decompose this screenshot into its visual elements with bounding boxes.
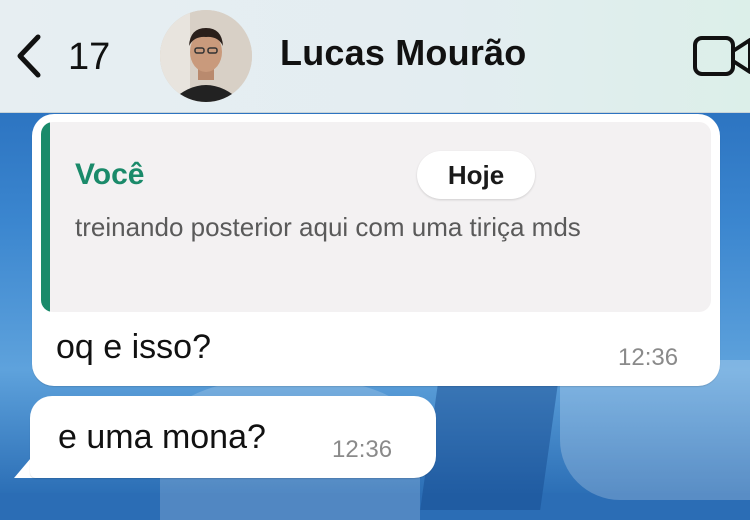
quote-accent-bar xyxy=(41,122,50,312)
wallpaper-shape xyxy=(420,370,560,510)
back-button[interactable]: 17 xyxy=(12,30,112,82)
message-bubble[interactable]: e uma mona? 12:36 xyxy=(30,396,436,478)
contact-name[interactable]: Lucas Mourão xyxy=(280,32,526,74)
date-label: Hoje xyxy=(417,151,535,199)
video-camera-icon xyxy=(693,36,750,76)
message-text: e uma mona? xyxy=(58,418,266,456)
avatar[interactable] xyxy=(160,10,252,102)
quote-text: treinando posterior aqui com uma tiriça … xyxy=(75,212,581,242)
quote-author: Você xyxy=(75,158,145,191)
message-bubble[interactable]: Você treinando posterior aqui com uma ti… xyxy=(32,114,720,386)
message-text: oq e isso? xyxy=(56,328,211,366)
video-call-button[interactable] xyxy=(692,34,750,78)
quoted-message[interactable]: Você treinando posterior aqui com uma ti… xyxy=(41,122,711,312)
message-time: 12:36 xyxy=(618,344,679,371)
contact-photo xyxy=(160,10,252,102)
chat-header: 17 Lucas Mourão xyxy=(0,0,750,113)
chevron-left-icon xyxy=(17,34,41,78)
message-time: 12:36 xyxy=(332,436,393,463)
unread-count: 17 xyxy=(68,36,111,78)
